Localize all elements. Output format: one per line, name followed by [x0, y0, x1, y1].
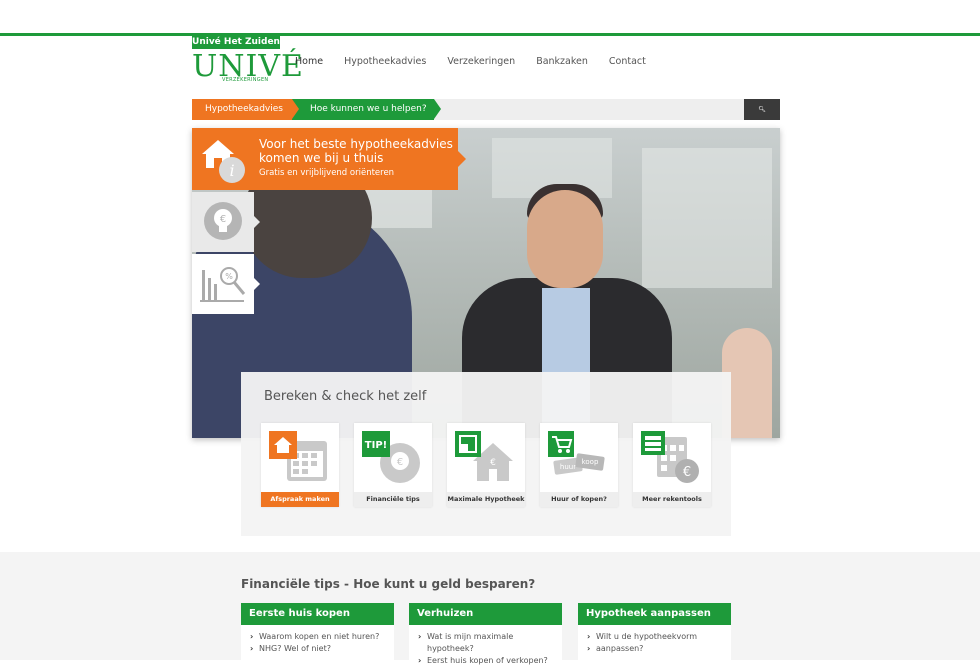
nav-home[interactable]: Home: [295, 56, 323, 67]
calendar-house-icon: [269, 431, 327, 481]
tool-more-calculators[interactable]: € Meer rekentools: [633, 423, 711, 507]
column-header[interactable]: Hypotheek aanpassen: [578, 603, 731, 625]
svg-text:TIP!: TIP!: [365, 440, 387, 451]
tip-link[interactable]: Eerst huis kopen of verkopen?: [417, 655, 554, 667]
house-euro-icon: €: [455, 431, 513, 481]
help-search-label[interactable]: Hoe kunnen we u helpen?: [292, 99, 434, 120]
brand-tag: Univé Het Zuiden: [192, 36, 280, 49]
svg-text:€: €: [220, 214, 226, 225]
svg-text:%: %: [225, 272, 233, 281]
main-nav: Home Hypotheekadvies Verzekeringen Bankz…: [295, 56, 667, 67]
tip-link-continued[interactable]: aanpassen?: [586, 643, 723, 655]
tip-link[interactable]: NHG? Wel of niet?: [249, 643, 386, 655]
tool-label: Meer rekentools: [633, 492, 711, 507]
tool-label: Maximale Hypotheek: [447, 492, 525, 507]
breadcrumb-hypotheekadvies[interactable]: Hypotheekadvies: [192, 99, 292, 120]
tool-rent-or-buy[interactable]: huur koop Huur of kopen?: [540, 423, 618, 507]
svg-text:€: €: [683, 465, 691, 480]
tool-financial-tips[interactable]: € TIP! Financiële tips: [354, 423, 432, 507]
svg-text:€: €: [397, 457, 403, 468]
cart-tags-icon: huur koop: [548, 431, 605, 475]
tip-lightbulb-icon: € TIP!: [362, 431, 420, 483]
svg-text:€: €: [490, 458, 496, 468]
tips-column-adjust-mortgage: Hypotheek aanpassen Wilt u de hypotheekv…: [578, 603, 731, 665]
tip-link[interactable]: Wilt u de hypotheekvorm: [586, 631, 723, 643]
tips-column-first-home: Eerste huis kopen Waarom kopen en niet h…: [241, 603, 394, 665]
tip-link[interactable]: Wat is mijn maximale hypotheek?: [417, 631, 554, 655]
nav-bankzaken[interactable]: Bankzaken: [536, 56, 588, 67]
calculator-panel: Bereken & check het zelf Afspraak maken …: [241, 372, 731, 536]
search-label-arrow: [434, 99, 441, 119]
side-tab-financial-tips[interactable]: €: [192, 192, 260, 252]
calculator-euro-icon: €: [641, 431, 699, 483]
tool-max-mortgage[interactable]: € Maximale Hypotheek: [447, 423, 525, 507]
promo-subtitle: Gratis en vrijblijvend oriënteren: [259, 168, 395, 178]
svg-text:huur: huur: [560, 463, 576, 471]
unive-logo[interactable]: UNIVÉ VERZEKERINGEN: [192, 52, 303, 84]
nav-verzekeringen[interactable]: Verzekeringen: [447, 56, 515, 67]
search-button[interactable]: 🔍︎: [744, 99, 780, 120]
lightbulb-euro-icon: €: [204, 202, 242, 240]
top-accent-line: [0, 33, 980, 36]
tips-section-title: Financiële tips - Hoe kunt u geld bespar…: [241, 577, 536, 591]
tool-label: Huur of kopen?: [540, 492, 618, 507]
promo-title: Voor het beste hypotheekadvies komen we …: [259, 137, 453, 165]
search-icon: 🔍︎: [758, 106, 766, 113]
tips-column-moving: Verhuizen Wat is mijn maximale hypotheek…: [409, 603, 562, 667]
nav-hypotheekadvies[interactable]: Hypotheekadvies: [344, 56, 426, 67]
tip-link[interactable]: Waarom kopen en niet huren?: [249, 631, 386, 643]
breadcrumb-arrow: [292, 99, 299, 119]
tool-label: Financiële tips: [354, 492, 432, 507]
side-tab-rates[interactable]: %: [192, 254, 260, 314]
column-header[interactable]: Verhuizen: [409, 603, 562, 625]
column-header[interactable]: Eerste huis kopen: [241, 603, 394, 625]
tool-label: Afspraak maken: [261, 492, 339, 507]
house-info-icon: i: [202, 140, 245, 183]
svg-text:i: i: [229, 161, 234, 180]
chart-magnifier-icon: %: [200, 267, 246, 302]
nav-contact[interactable]: Contact: [609, 56, 646, 67]
hero-promo-tab[interactable]: i Voor het beste hypotheekadvies komen w…: [192, 128, 466, 190]
svg-text:koop: koop: [582, 458, 599, 466]
tool-appointment[interactable]: Afspraak maken: [261, 423, 339, 507]
logo-subtitle: VERZEKERINGEN: [222, 77, 269, 83]
calculator-title: Bereken & check het zelf: [264, 389, 427, 404]
search-bar[interactable]: Hypotheekadvies Hoe kunnen we u helpen? …: [192, 99, 780, 120]
